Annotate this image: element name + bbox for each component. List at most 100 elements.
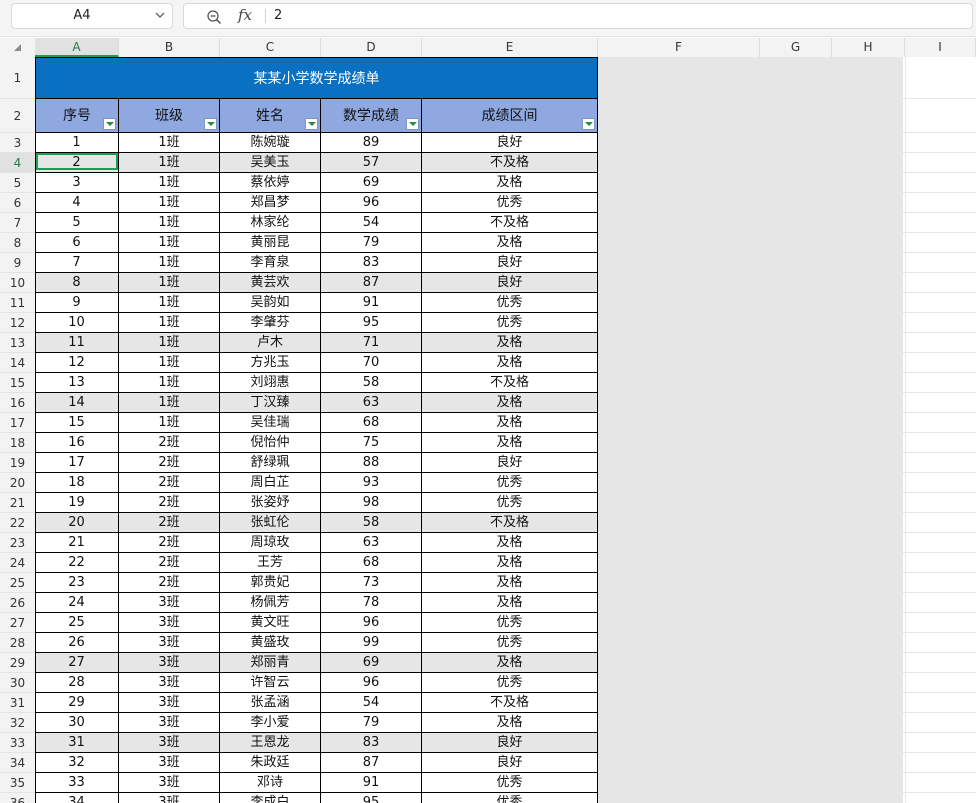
table-cell[interactable]: 17 bbox=[35, 453, 119, 472]
table-cell[interactable]: 1班 bbox=[119, 193, 220, 212]
table-cell[interactable]: 2班 bbox=[119, 473, 220, 492]
table-cell[interactable]: 1班 bbox=[119, 153, 220, 172]
table-cell[interactable]: 吴佳瑞 bbox=[220, 413, 321, 432]
table-cell[interactable]: 4 bbox=[35, 193, 119, 212]
table-cell[interactable]: 张姿妤 bbox=[220, 493, 321, 512]
table-cell[interactable]: 58 bbox=[321, 513, 422, 532]
table-cell[interactable]: 11 bbox=[35, 333, 119, 352]
table-cell[interactable]: 黄芸欢 bbox=[220, 273, 321, 292]
table-cell[interactable]: 朱政廷 bbox=[220, 753, 321, 772]
table-cell[interactable]: 3班 bbox=[119, 793, 220, 803]
table-cell[interactable]: 2班 bbox=[119, 513, 220, 532]
table-cell[interactable]: 优秀 bbox=[422, 473, 598, 492]
table-cell[interactable]: 及格 bbox=[422, 653, 598, 672]
table-cell[interactable]: 吴韵如 bbox=[220, 293, 321, 312]
table-cell[interactable]: 3班 bbox=[119, 653, 220, 672]
table-header-cell[interactable]: 成绩区间 bbox=[422, 99, 598, 133]
table-cell[interactable]: 黄盛玫 bbox=[220, 633, 321, 652]
row-header-32[interactable]: 32 bbox=[0, 713, 35, 733]
table-cell[interactable]: 9 bbox=[35, 293, 119, 312]
table-cell[interactable]: 96 bbox=[321, 613, 422, 632]
row-header-21[interactable]: 21 bbox=[0, 493, 35, 513]
table-cell[interactable]: 优秀 bbox=[422, 793, 598, 803]
table-cell[interactable]: 1班 bbox=[119, 213, 220, 232]
table-cell[interactable]: 2班 bbox=[119, 433, 220, 452]
table-cell[interactable]: 1 bbox=[35, 133, 119, 152]
table-cell[interactable]: 李育泉 bbox=[220, 253, 321, 272]
table-cell[interactable]: 88 bbox=[321, 453, 422, 472]
column-header-i[interactable]: I bbox=[905, 38, 976, 57]
table-cell[interactable]: 89 bbox=[321, 133, 422, 152]
row-header-13[interactable]: 13 bbox=[0, 333, 35, 353]
row-header-27[interactable]: 27 bbox=[0, 613, 35, 633]
table-cell[interactable]: 1班 bbox=[119, 173, 220, 192]
table-header-cell[interactable]: 序号 bbox=[35, 99, 119, 133]
table-cell[interactable]: 2班 bbox=[119, 553, 220, 572]
table-cell[interactable]: 7 bbox=[35, 253, 119, 272]
column-header-c[interactable]: C bbox=[220, 38, 321, 57]
table-cell[interactable]: 及格 bbox=[422, 413, 598, 432]
filter-dropdown-icon[interactable] bbox=[406, 118, 419, 130]
select-all-corner[interactable] bbox=[0, 38, 35, 57]
table-cell[interactable]: 57 bbox=[321, 153, 422, 172]
row-header-20[interactable]: 20 bbox=[0, 473, 35, 493]
column-header-e[interactable]: E bbox=[422, 38, 598, 57]
row-header-7[interactable]: 7 bbox=[0, 213, 35, 233]
table-cell[interactable]: 98 bbox=[321, 493, 422, 512]
table-cell[interactable]: 63 bbox=[321, 533, 422, 552]
table-cell[interactable]: 30 bbox=[35, 713, 119, 732]
table-cell[interactable]: 黄丽昆 bbox=[220, 233, 321, 252]
table-cell[interactable]: 96 bbox=[321, 193, 422, 212]
table-cell[interactable]: 及格 bbox=[422, 553, 598, 572]
table-cell[interactable]: 10 bbox=[35, 313, 119, 332]
row-header-28[interactable]: 28 bbox=[0, 633, 35, 653]
column-header-f[interactable]: F bbox=[598, 38, 760, 57]
table-cell[interactable]: 12 bbox=[35, 353, 119, 372]
table-cell[interactable]: 2班 bbox=[119, 453, 220, 472]
column-header-d[interactable]: D bbox=[321, 38, 422, 57]
table-cell[interactable]: 2班 bbox=[119, 493, 220, 512]
table-cell[interactable]: 丁汉臻 bbox=[220, 393, 321, 412]
table-cell[interactable]: 郑丽青 bbox=[220, 653, 321, 672]
table-cell[interactable]: 2班 bbox=[119, 573, 220, 592]
table-cell[interactable]: 王芳 bbox=[220, 553, 321, 572]
filter-dropdown-icon[interactable] bbox=[305, 118, 318, 130]
table-cell[interactable]: 1班 bbox=[119, 273, 220, 292]
table-cell[interactable]: 及格 bbox=[422, 713, 598, 732]
column-header-a[interactable]: A bbox=[35, 38, 119, 57]
row-header-18[interactable]: 18 bbox=[0, 433, 35, 453]
row-header-6[interactable]: 6 bbox=[0, 193, 35, 213]
row-header-33[interactable]: 33 bbox=[0, 733, 35, 753]
table-cell[interactable]: 95 bbox=[321, 313, 422, 332]
table-header-cell[interactable]: 班级 bbox=[119, 99, 220, 133]
row-header-11[interactable]: 11 bbox=[0, 293, 35, 313]
table-cell[interactable]: 及格 bbox=[422, 533, 598, 552]
table-cell[interactable]: 及格 bbox=[422, 333, 598, 352]
table-cell[interactable]: 93 bbox=[321, 473, 422, 492]
row-header-15[interactable]: 15 bbox=[0, 373, 35, 393]
table-cell[interactable]: 70 bbox=[321, 353, 422, 372]
row-header-22[interactable]: 22 bbox=[0, 513, 35, 533]
table-cell[interactable]: 陈婉璇 bbox=[220, 133, 321, 152]
table-cell[interactable]: 15 bbox=[35, 413, 119, 432]
table-cell[interactable]: 舒绿珮 bbox=[220, 453, 321, 472]
table-cell[interactable]: 3班 bbox=[119, 613, 220, 632]
table-cell[interactable]: 方兆玉 bbox=[220, 353, 321, 372]
table-cell[interactable]: 91 bbox=[321, 773, 422, 792]
table-cell[interactable]: 95 bbox=[321, 793, 422, 803]
table-cell[interactable]: 29 bbox=[35, 693, 119, 712]
table-cell[interactable]: 24 bbox=[35, 593, 119, 612]
table-cell[interactable]: 优秀 bbox=[422, 193, 598, 212]
row-header-35[interactable]: 35 bbox=[0, 773, 35, 793]
table-cell[interactable]: 周白芷 bbox=[220, 473, 321, 492]
table-cell[interactable]: 不及格 bbox=[422, 693, 598, 712]
row-header-19[interactable]: 19 bbox=[0, 453, 35, 473]
column-header-h[interactable]: H bbox=[832, 38, 905, 57]
table-cell[interactable]: 83 bbox=[321, 253, 422, 272]
table-cell[interactable]: 87 bbox=[321, 273, 422, 292]
row-header-16[interactable]: 16 bbox=[0, 393, 35, 413]
table-cell[interactable]: 1班 bbox=[119, 313, 220, 332]
table-cell[interactable]: 蔡依婷 bbox=[220, 173, 321, 192]
table-cell[interactable]: 27 bbox=[35, 653, 119, 672]
row-header-2[interactable]: 2 bbox=[0, 99, 35, 133]
